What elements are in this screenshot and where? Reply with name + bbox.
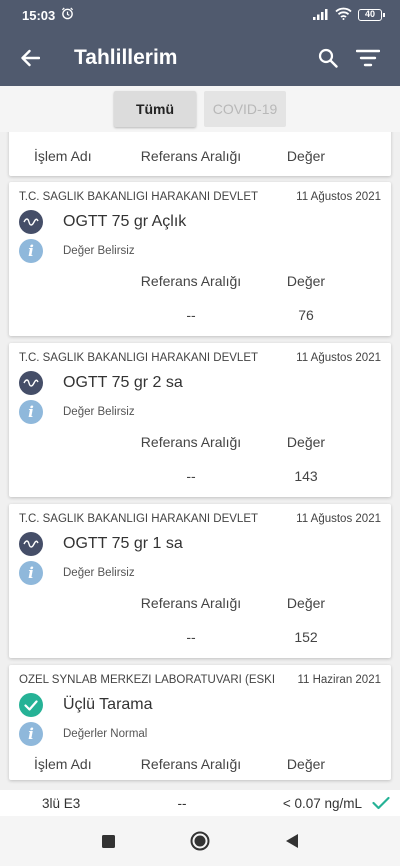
column-header-value: Değer	[286, 434, 326, 450]
check-circle-icon	[19, 693, 43, 717]
page-title: Tahlillerim	[74, 46, 178, 69]
back-arrow-icon[interactable]	[12, 40, 48, 76]
result-card[interactable]: T.C. SAĞLIK BAKANLIĞI HARAKANİ DEVLET 11…	[9, 343, 391, 497]
recents-square-icon[interactable]	[93, 826, 123, 856]
result-row-reference: --	[177, 795, 187, 811]
alarm-icon	[61, 7, 74, 23]
status-bar: 15:03 40	[0, 0, 400, 30]
wave-icon	[19, 371, 43, 395]
result-card[interactable]: ÖZEL SYNLAB MERKEZİ LABORATUVARI (ESKİ 1…	[9, 665, 391, 780]
home-circle-icon[interactable]	[185, 826, 215, 856]
institution-name: ÖZEL SYNLAB MERKEZİ LABORATUVARI (ESKİ	[19, 674, 276, 686]
column-header-value: Değer	[286, 148, 326, 164]
results-list[interactable]: i İşlem Adı Referans Aralığı Değer T.C. …	[0, 132, 400, 816]
result-card[interactable]: T.C. SAĞLIK BAKANLIĞI HARAKANİ DEVLET 11…	[9, 504, 391, 658]
result-date: 11 Ağustos 2021	[296, 191, 381, 203]
result-date: 11 Haziran 2021	[297, 674, 381, 686]
battery-indicator: 40	[358, 9, 385, 21]
result-row-name: 3lü E3	[42, 795, 81, 811]
app-bar: Tahlillerim	[0, 30, 400, 86]
result-value: 76	[298, 307, 314, 323]
institution-name: T.C. SAĞLIK BAKANLIĞI HARAKANİ DEVLET	[19, 513, 259, 525]
column-header-name: İşlem Adı	[34, 756, 92, 772]
result-status: Değer Belirsiz	[63, 245, 135, 257]
back-triangle-icon[interactable]	[277, 826, 307, 856]
result-status: Değer Belirsiz	[63, 567, 135, 579]
reference-range: --	[186, 307, 196, 323]
status-time: 15:03	[22, 7, 56, 23]
check-icon	[362, 796, 400, 810]
wave-icon	[19, 532, 43, 556]
signal-icon	[313, 8, 329, 23]
test-name: Üçlü Tarama	[63, 696, 153, 713]
system-nav-bar	[0, 816, 400, 866]
result-card-partial[interactable]: i İşlem Adı Referans Aralığı Değer	[9, 132, 391, 176]
test-name: OGTT 75 gr 1 sa	[63, 535, 183, 552]
institution-name: T.C. SAĞLIK BAKANLIĞI HARAKANİ DEVLET	[19, 352, 259, 364]
result-status: Değerler Normal	[63, 728, 148, 740]
info-icon[interactable]: i	[19, 239, 43, 263]
column-header-value: Değer	[286, 595, 326, 611]
info-icon[interactable]: i	[19, 722, 43, 746]
wave-icon	[19, 210, 43, 234]
info-icon[interactable]: i	[19, 400, 43, 424]
column-header-value: Değer	[286, 756, 326, 772]
reference-range: --	[186, 468, 196, 484]
result-row-value: < 0.07 ng/mL	[282, 795, 362, 811]
result-value: 152	[294, 629, 318, 645]
result-value: 143	[294, 468, 318, 484]
column-header-reference: Referans Aralığı	[140, 595, 242, 611]
column-header-reference: Referans Aralığı	[140, 756, 242, 772]
tab-all[interactable]: Tümü	[114, 91, 196, 127]
test-name: OGTT 75 gr 2 sa	[63, 374, 183, 391]
result-date: 11 Ağustos 2021	[296, 352, 381, 364]
column-header-name: İşlem Adı	[34, 148, 92, 164]
tab-covid-19[interactable]: COVID-19	[204, 91, 286, 127]
result-card[interactable]: T.C. SAĞLIK BAKANLIĞI HARAKANİ DEVLET 11…	[9, 182, 391, 336]
column-header-reference: Referans Aralığı	[140, 434, 242, 450]
test-name: OGTT 75 gr Açlık	[63, 213, 187, 230]
institution-name: T.C. SAĞLIK BAKANLIĞI HARAKANİ DEVLET	[19, 191, 259, 203]
reference-range: --	[186, 629, 196, 645]
result-row[interactable]: 3lü E3 -- < 0.07 ng/mL	[0, 790, 400, 816]
wifi-icon	[335, 7, 352, 23]
column-header-reference: Referans Aralığı	[140, 273, 242, 289]
column-header-value: Değer	[286, 273, 326, 289]
filter-tabs: Tümü COVID-19	[0, 86, 400, 132]
filter-icon[interactable]	[348, 38, 388, 78]
column-header-reference: Referans Aralığı	[140, 148, 242, 164]
search-icon[interactable]	[308, 38, 348, 78]
result-date: 11 Ağustos 2021	[296, 513, 381, 525]
info-icon[interactable]: i	[19, 561, 43, 585]
result-status: Değer Belirsiz	[63, 406, 135, 418]
